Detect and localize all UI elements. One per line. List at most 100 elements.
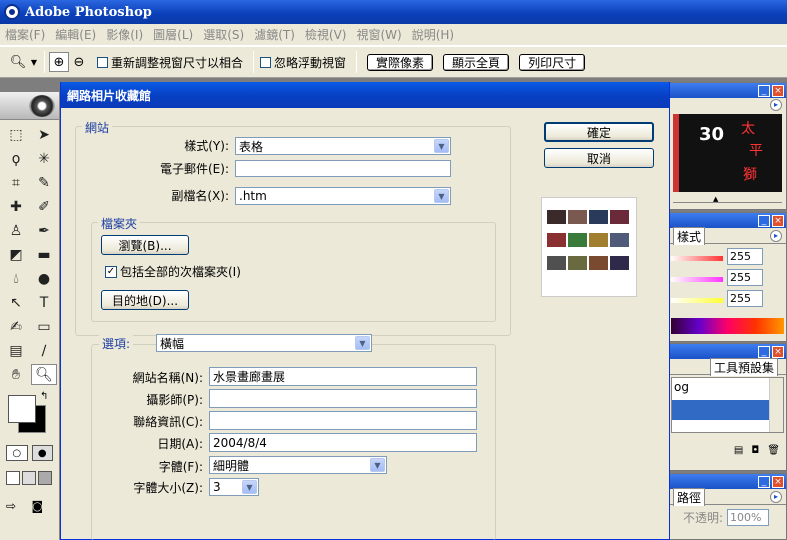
panel-menu-icon[interactable]: ▸: [770, 99, 782, 111]
close-icon[interactable]: ×: [772, 345, 784, 358]
scrollbar[interactable]: [769, 378, 783, 432]
date-field[interactable]: 2004/8/4: [209, 433, 477, 452]
dodge-tool-icon[interactable]: ●: [31, 268, 57, 289]
gallery-preview-thumbnail: [541, 197, 637, 297]
ok-button[interactable]: 確定: [544, 122, 654, 142]
close-icon[interactable]: ×: [772, 475, 784, 488]
resize-windows-checkbox[interactable]: 重新調整視窗尺寸以相合: [97, 54, 243, 71]
print-size-button[interactable]: 列印尺寸: [519, 53, 586, 71]
ignore-checkbox-box[interactable]: [260, 56, 272, 68]
red-value[interactable]: 255: [727, 248, 763, 265]
selected-preset-row[interactable]: [672, 400, 770, 420]
cancel-button[interactable]: 取消: [544, 148, 654, 168]
chevron-down-icon[interactable]: ▼: [370, 458, 385, 472]
lasso-tool-icon[interactable]: ϙ: [3, 148, 29, 169]
jump-to-imageready-icon[interactable]: ⇨: [6, 499, 28, 515]
pen-tool-icon[interactable]: ✍: [3, 316, 29, 337]
menu-filter[interactable]: 濾鏡(T): [249, 26, 300, 43]
blue-value[interactable]: 255: [727, 290, 763, 307]
zoom-in-icon[interactable]: ⊕: [49, 52, 69, 72]
foreground-color-swatch[interactable]: [8, 395, 36, 423]
menu-file[interactable]: 檔案(F): [0, 26, 50, 43]
quickmask-mode-icon[interactable]: ●: [31, 445, 53, 461]
color-panel: _ × 樣式 ▸ 255 255 255: [668, 212, 787, 342]
preset-item-text[interactable]: og: [674, 380, 689, 394]
marquee-tool-icon[interactable]: ⬚: [3, 124, 29, 145]
eyedropper-icon[interactable]: ∕: [31, 340, 57, 361]
zoom-out-icon[interactable]: ⊖: [69, 52, 89, 72]
style-select[interactable]: 表格 ▼: [235, 137, 451, 155]
chevron-down-icon[interactable]: ▼: [434, 189, 449, 203]
email-field[interactable]: [235, 160, 451, 177]
brush-tool-icon[interactable]: ✐: [31, 196, 57, 217]
photographer-field[interactable]: [209, 389, 477, 408]
chevron-down-icon[interactable]: ▼: [355, 336, 370, 350]
type-tool-icon[interactable]: T: [31, 292, 57, 313]
paths-tab[interactable]: 路徑: [673, 487, 706, 506]
history-brush-icon[interactable]: ✒: [31, 220, 57, 241]
imageready-icon[interactable]: ◙: [32, 499, 54, 515]
healing-brush-icon[interactable]: ✚: [3, 196, 29, 217]
slice-tool-icon[interactable]: ✎: [31, 172, 57, 193]
chevron-down-icon[interactable]: ▼: [434, 139, 449, 153]
menu-help[interactable]: 說明(H): [407, 26, 459, 43]
styles-tab[interactable]: 樣式: [673, 226, 706, 245]
menu-image[interactable]: 影像(I): [101, 26, 148, 43]
minimize-icon[interactable]: _: [758, 84, 770, 97]
close-icon[interactable]: ×: [772, 214, 784, 227]
blur-tool-icon[interactable]: 💧︎: [3, 268, 29, 289]
minimize-icon[interactable]: _: [758, 475, 770, 488]
site-name-field[interactable]: 水景畫廊畫展: [209, 367, 477, 386]
extension-select[interactable]: .htm ▼: [235, 187, 451, 205]
crop-tool-icon[interactable]: ⌗: [3, 172, 29, 193]
color-ramp[interactable]: [671, 318, 784, 334]
contact-field[interactable]: [209, 411, 477, 430]
shape-tool-icon[interactable]: ▭: [31, 316, 57, 337]
menu-view[interactable]: 檢視(V): [300, 26, 352, 43]
font-select[interactable]: 細明體 ▼: [209, 456, 387, 474]
new-set-icon[interactable]: ▤: [734, 445, 743, 456]
destination-button[interactable]: 目的地(D)...: [101, 290, 189, 310]
path-selection-icon[interactable]: ↖: [3, 292, 29, 313]
menu-select[interactable]: 選取(S): [198, 26, 249, 43]
fit-screen-button[interactable]: 顯示全頁: [443, 53, 510, 71]
green-value[interactable]: 255: [727, 269, 763, 286]
gradient-icon[interactable]: ▬: [31, 244, 57, 265]
trash-icon[interactable]: 🗑︎: [767, 445, 780, 456]
standard-mode-icon[interactable]: ○: [6, 445, 28, 461]
screen-mode-standard-icon[interactable]: [6, 471, 20, 485]
eraser-icon[interactable]: ◩: [3, 244, 29, 265]
clone-stamp-icon[interactable]: ♙: [3, 220, 29, 241]
panel-menu-icon[interactable]: ▸: [770, 490, 782, 503]
tool-presets-tab[interactable]: 工具預設集: [709, 357, 778, 376]
browse-button[interactable]: 瀏覽(B)...: [101, 235, 189, 255]
include-subfolders-checkbox[interactable]: ✓ 包括全部的次檔案夾(I): [105, 263, 241, 280]
zoom-tool-selected-icon[interactable]: 🔍︎: [31, 364, 57, 385]
panel-menu-icon[interactable]: ▸: [770, 229, 782, 242]
notes-tool-icon[interactable]: ▤: [3, 340, 29, 361]
screen-mode-full-icon[interactable]: [38, 471, 52, 485]
magic-wand-icon[interactable]: ✳: [31, 148, 57, 169]
chevron-down-icon[interactable]: ▼: [242, 480, 257, 494]
minimize-icon[interactable]: _: [758, 214, 770, 227]
menu-layer[interactable]: 圖層(L): [148, 26, 198, 43]
navigator-zoom-slider[interactable]: ▲: [673, 195, 782, 203]
tool-preset-dropdown-icon[interactable]: ▼: [28, 52, 40, 72]
close-icon[interactable]: ×: [772, 84, 784, 97]
camera-icon[interactable]: ◘: [751, 445, 759, 456]
ignore-palettes-checkbox[interactable]: 忽略浮動視窗: [260, 54, 346, 71]
move-tool-icon[interactable]: ➤: [31, 124, 57, 145]
resize-checkbox-box[interactable]: [97, 56, 108, 68]
actual-pixels-button[interactable]: 實際像素: [367, 53, 434, 71]
menu-edit[interactable]: 編輯(E): [50, 26, 101, 43]
screen-mode-full-menu-icon[interactable]: [22, 471, 36, 485]
menu-window[interactable]: 視窗(W): [351, 26, 406, 43]
options-section-select[interactable]: 橫幅 ▼: [156, 334, 372, 352]
hand-tool-icon[interactable]: ✋︎: [3, 364, 29, 385]
swap-colors-icon[interactable]: ↰: [40, 391, 48, 402]
zoom-tool-icon[interactable]: 🔍︎: [8, 52, 28, 72]
opacity-field[interactable]: 100%: [727, 509, 770, 526]
include-subfolders-check-icon[interactable]: ✓: [105, 265, 117, 278]
minimize-icon[interactable]: _: [758, 345, 770, 358]
font-size-select[interactable]: 3 ▼: [209, 478, 259, 496]
